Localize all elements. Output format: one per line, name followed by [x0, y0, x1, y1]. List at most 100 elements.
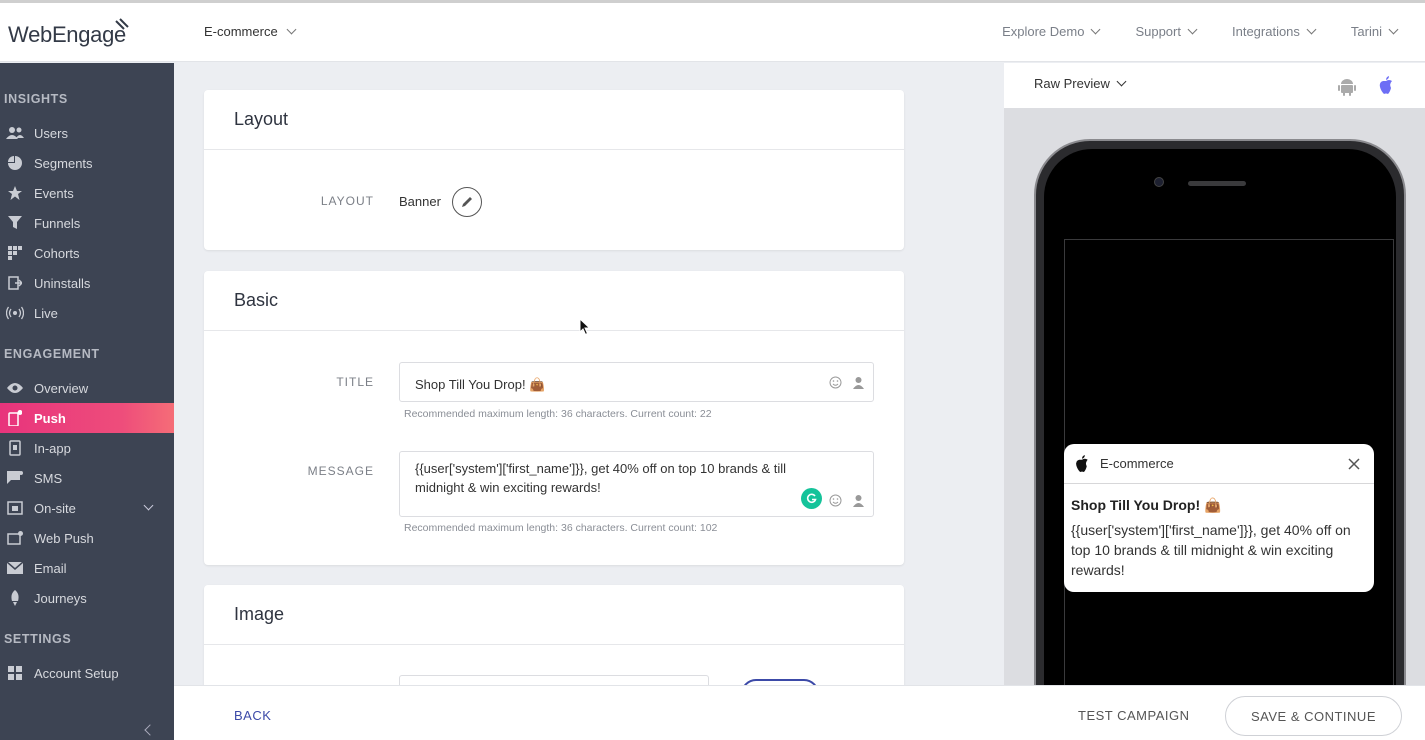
chevron-down-icon [1116, 76, 1127, 87]
push-icon [6, 409, 24, 427]
edit-layout-button[interactable] [452, 187, 482, 217]
sidebar-item-overview[interactable]: Overview [0, 373, 174, 403]
nav-support[interactable]: Support [1135, 24, 1198, 39]
sidebar-item-funnels[interactable]: Funnels [0, 208, 174, 238]
uninstalls-icon [6, 274, 24, 292]
cohorts-icon [6, 244, 24, 262]
live-icon [6, 304, 24, 322]
sidebar-item-label: In-app [34, 440, 71, 456]
save-continue-button[interactable]: SAVE & CONTINUE [1225, 696, 1402, 736]
sidebar-item-push[interactable]: Push [0, 403, 174, 433]
segments-icon [6, 154, 24, 172]
phone-camera [1154, 177, 1164, 187]
sidebar-item-on-site[interactable]: On-site [0, 493, 174, 523]
nav-user-menu[interactable]: Tarini [1351, 24, 1399, 39]
account-setup-icon [6, 664, 24, 682]
sidebar-item-users[interactable]: Users [0, 118, 174, 148]
test-campaign-button[interactable]: TEST CAMPAIGN [1078, 708, 1189, 723]
section-settings: SETTINGS [4, 632, 72, 646]
sidebar-item-label: Live [34, 305, 58, 321]
layout-field-label: LAYOUT [320, 194, 374, 208]
image-card: Image [204, 585, 904, 685]
message-field-label: MESSAGE [307, 464, 374, 478]
notification-app-name: E-commerce [1100, 456, 1174, 471]
in-app-icon [6, 439, 24, 457]
sidebar-item-email[interactable]: Email [0, 553, 174, 583]
phone-body [1044, 149, 1396, 685]
sidebar-item-sms[interactable]: SMS [0, 463, 174, 493]
sidebar-item-live[interactable]: Live [0, 298, 174, 328]
sms-icon [6, 469, 24, 487]
preview-panel: Raw Preview E-commerce Shop Till You Dro… [1004, 63, 1425, 685]
sidebar-item-label: SMS [34, 470, 63, 486]
main-content: Layout LAYOUT Banner Basic TITLE Shop Ti… [174, 63, 1004, 685]
preview-mode-label: Raw Preview [1034, 76, 1110, 91]
funnels-icon [6, 214, 24, 232]
sidebar: INSIGHTS Users Segments Events Funnels C… [0, 63, 174, 740]
title-hint: Recommended maximum length: 36 character… [404, 408, 712, 420]
chevron-down-icon[interactable] [143, 500, 154, 511]
nav-explore-demo[interactable]: Explore Demo [1002, 24, 1101, 39]
section-insights: INSIGHTS [4, 92, 68, 106]
sidebar-item-uninstalls[interactable]: Uninstalls [0, 268, 174, 298]
sidebar-item-account-setup[interactable]: Account Setup [0, 658, 174, 688]
top-nav: Explore Demo Support Integrations Tarini [1002, 24, 1399, 39]
grammarly-icon[interactable] [801, 488, 822, 509]
back-button[interactable]: BACK [234, 708, 271, 723]
emoji-icon[interactable] [829, 376, 842, 389]
chevron-down-icon [1388, 24, 1399, 35]
sidebar-item-in-app[interactable]: In-app [0, 433, 174, 463]
pencil-icon [462, 197, 472, 207]
nav-integrations[interactable]: Integrations [1231, 24, 1317, 39]
chevron-down-icon [286, 24, 297, 35]
title-input[interactable]: Shop Till You Drop! 👜 [399, 362, 874, 402]
section-engagement: ENGAGEMENT [4, 347, 100, 361]
users-icon [6, 124, 24, 142]
grammarly-g-icon [806, 493, 817, 504]
push-notification-preview: E-commerce Shop Till You Drop! 👜 {{user[… [1064, 444, 1374, 592]
nav-label: Integrations [1231, 24, 1300, 39]
title-field-label: TITLE [336, 375, 374, 389]
sidebar-item-label: Push [34, 410, 66, 426]
basic-card-title: Basic [204, 271, 904, 331]
emoji-icon[interactable] [829, 494, 842, 507]
close-icon[interactable] [1348, 458, 1360, 470]
sidebar-item-journeys[interactable]: Journeys [0, 583, 174, 613]
apple-icon[interactable] [1378, 76, 1394, 95]
logo-mark-icon [115, 18, 129, 30]
journeys-icon [6, 589, 24, 607]
sidebar-item-events[interactable]: Events [0, 178, 174, 208]
nav-label: Support [1135, 24, 1181, 39]
message-input[interactable]: {{user['system']['first_name']}}, get 40… [399, 451, 874, 517]
sidebar-item-cohorts[interactable]: Cohorts [0, 238, 174, 268]
android-icon[interactable] [1338, 77, 1356, 96]
chevron-down-icon [1187, 24, 1198, 35]
title-input-value: Shop Till You Drop! 👜 [415, 377, 546, 392]
events-icon [6, 184, 24, 202]
mouse-cursor-icon [579, 318, 591, 336]
personalize-user-icon[interactable] [852, 376, 865, 389]
preview-mode-selector[interactable]: Raw Preview [1034, 76, 1127, 91]
sidebar-item-web-push[interactable]: Web Push [0, 523, 174, 553]
sidebar-item-label: On-site [34, 500, 76, 516]
sidebar-item-label: Segments [34, 155, 93, 171]
apple-icon [1076, 454, 1088, 472]
project-selector[interactable]: E-commerce [204, 24, 297, 39]
eye-icon [6, 379, 24, 397]
sidebar-item-label: Users [34, 125, 68, 141]
personalize-user-icon[interactable] [852, 494, 865, 507]
nav-label: Explore Demo [1002, 24, 1085, 39]
sidebar-item-segments[interactable]: Segments [0, 148, 174, 178]
top-bar: WebEngage E-commerce Explore Demo Suppor… [0, 0, 1425, 62]
notification-title: Shop Till You Drop! 👜 [1071, 497, 1222, 513]
layout-card: Layout LAYOUT Banner [204, 90, 904, 250]
bottom-bar: BACK TEST CAMPAIGN SAVE & CONTINUE [174, 685, 1425, 740]
sidebar-item-label: Web Push [34, 530, 94, 546]
image-url-input[interactable] [399, 675, 709, 685]
email-icon [6, 559, 24, 577]
message-input-value: {{user['system']['first_name']}}, get 40… [415, 461, 787, 495]
webengage-logo[interactable]: WebEngage [8, 15, 138, 51]
project-name: E-commerce [204, 24, 278, 39]
sidebar-item-label: Account Setup [34, 665, 119, 681]
collapse-sidebar-icon[interactable] [144, 724, 156, 736]
